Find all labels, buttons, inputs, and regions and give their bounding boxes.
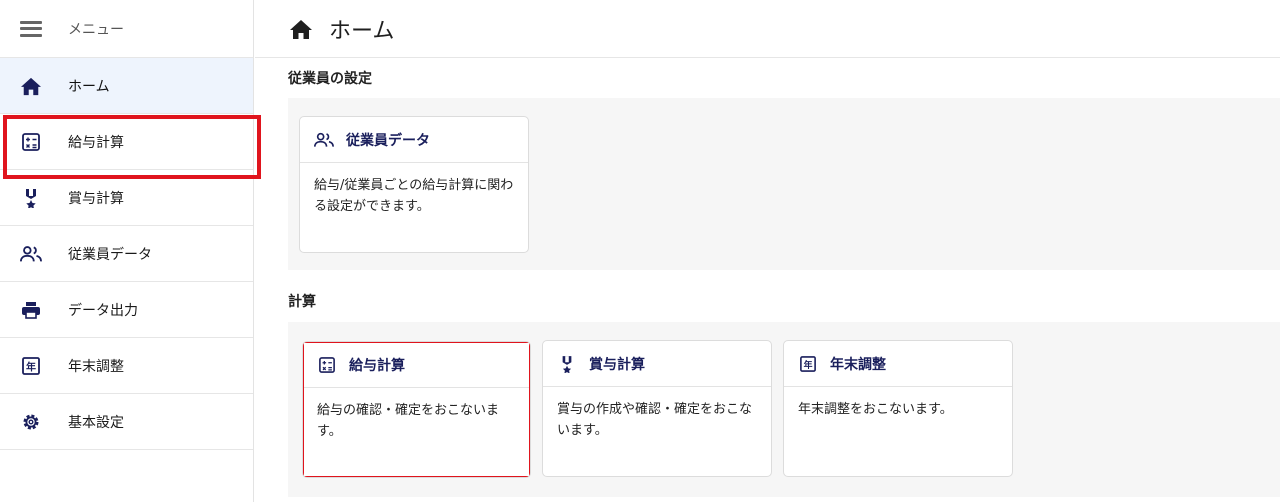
gear-icon [20,411,42,433]
menu-label: メニュー [68,21,124,38]
sidebar-item-home[interactable]: ホーム [0,58,253,114]
card-description: 給与/従業員ごとの給与計算に関わる設定ができます。 [314,178,514,214]
people-icon [20,243,42,265]
sidebar-item-bonus[interactable]: 賞与計算 [0,170,253,226]
section-title-employee-settings: 従業員の設定 [288,71,372,87]
card-title: 従業員データ [346,132,430,149]
section-panel-employee-settings: 従業員データ 給与/従業員ごとの給与計算に関わる設定ができます。 [288,98,1280,270]
card-header: 賞与計算 [543,341,771,387]
main-content: ホーム 従業員の設定 従業員データ 給与/従業員ごとの給与計算に関わる設定ができ… [255,0,1280,502]
svg-text:年: 年 [26,360,36,373]
card-title: 年末調整 [830,356,886,373]
hamburger-icon[interactable] [20,20,42,37]
sidebar-item-data-export[interactable]: データ出力 [0,282,253,338]
card-bonus[interactable]: 賞与計算 賞与の作成や確認・確定をおこないます。 [542,340,772,477]
card-description: 給与の確認・確定をおこないます。 [317,403,500,439]
page-header: ホーム [255,0,1280,58]
sidebar-item-label: 年末調整 [68,358,124,375]
home-icon [20,75,42,97]
sidebar: メニュー ホーム 給与計算 賞与計算 従業員データ データ出力 年 年末調整 基… [0,0,261,502]
sidebar-item-label: データ出力 [68,302,138,319]
page-title: ホーム [329,18,395,44]
people-icon [314,130,334,150]
year-calendar-icon: 年 [798,354,818,374]
sidebar-item-label: 賞与計算 [68,190,124,207]
section-panel-calculation: 給与計算 給与の確認・確定をおこないます。 賞与計算 賞与の作成や確認・確定をお… [288,322,1280,497]
sidebar-item-settings[interactable]: 基本設定 [0,394,253,450]
menu-header[interactable]: メニュー [0,0,253,58]
card-header: 年 年末調整 [784,341,1012,387]
calculator-icon [317,355,337,375]
sidebar-item-year-end[interactable]: 年 年末調整 [0,338,253,394]
sidebar-item-label: ホーム [68,78,110,95]
card-title: 賞与計算 [589,356,645,373]
card-year-end[interactable]: 年 年末調整 年末調整をおこないます。 [783,340,1013,477]
sidebar-item-label: 従業員データ [68,246,152,263]
year-calendar-icon: 年 [20,355,42,377]
card-payroll[interactable]: 給与計算 給与の確認・確定をおこないます。 [302,341,531,478]
card-header: 従業員データ [300,117,528,163]
sidebar-item-payroll[interactable]: 給与計算 [0,114,261,179]
home-icon [289,16,315,42]
card-employee-data[interactable]: 従業員データ 給与/従業員ごとの給与計算に関わる設定ができます。 [299,116,529,253]
medal-icon [20,187,42,209]
card-description: 賞与の作成や確認・確定をおこないます。 [557,402,753,438]
section-title-calculation: 計算 [288,294,316,310]
card-header: 給与計算 [303,342,530,388]
sidebar-item-label: 基本設定 [68,414,124,431]
medal-icon [557,354,577,374]
sidebar-item-employee-data[interactable]: 従業員データ [0,226,253,282]
sidebar-item-label: 給与計算 [68,134,124,151]
card-title: 給与計算 [349,357,405,374]
printer-icon [20,299,42,321]
card-description: 年末調整をおこないます。 [798,402,953,417]
svg-text:年: 年 [804,359,813,371]
calculator-icon [20,131,42,153]
